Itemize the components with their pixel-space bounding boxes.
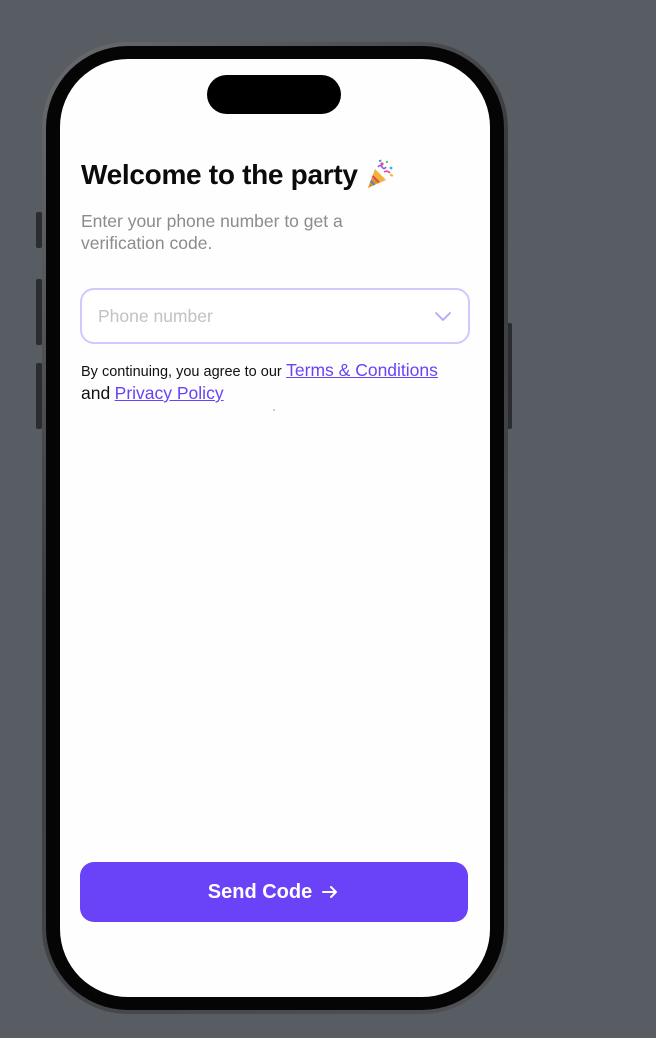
- chevron-down-icon[interactable]: [434, 307, 452, 325]
- party-popper-icon: [364, 159, 396, 191]
- terms-line-2: and Privacy Policy: [81, 383, 476, 404]
- title-row: Welcome to the party: [81, 159, 396, 191]
- terms-conditions-link[interactable]: Terms & Conditions: [286, 360, 438, 380]
- terms-conjunction: and: [81, 383, 111, 403]
- privacy-policy-link[interactable]: Privacy Policy: [115, 383, 224, 403]
- stray-dot: [273, 409, 275, 411]
- page-title: Welcome to the party: [81, 159, 358, 190]
- terms-prefix: By continuing, you agree to our: [81, 364, 282, 380]
- terms-text: By continuing, you agree to our Terms & …: [81, 360, 476, 404]
- stage: Welcome to the party Enter your phone nu…: [0, 0, 656, 1038]
- phone-number-field[interactable]: [80, 288, 470, 344]
- dynamic-island: [207, 75, 341, 114]
- arrow-right-icon: [322, 886, 338, 898]
- subtitle: Enter your phone number to get a verific…: [81, 211, 343, 253]
- phone-screen: Welcome to the party Enter your phone nu…: [60, 59, 490, 997]
- phone-number-input[interactable]: [98, 290, 408, 342]
- send-code-label: Send Code: [207, 880, 313, 903]
- send-code-button[interactable]: Send Code: [80, 862, 468, 922]
